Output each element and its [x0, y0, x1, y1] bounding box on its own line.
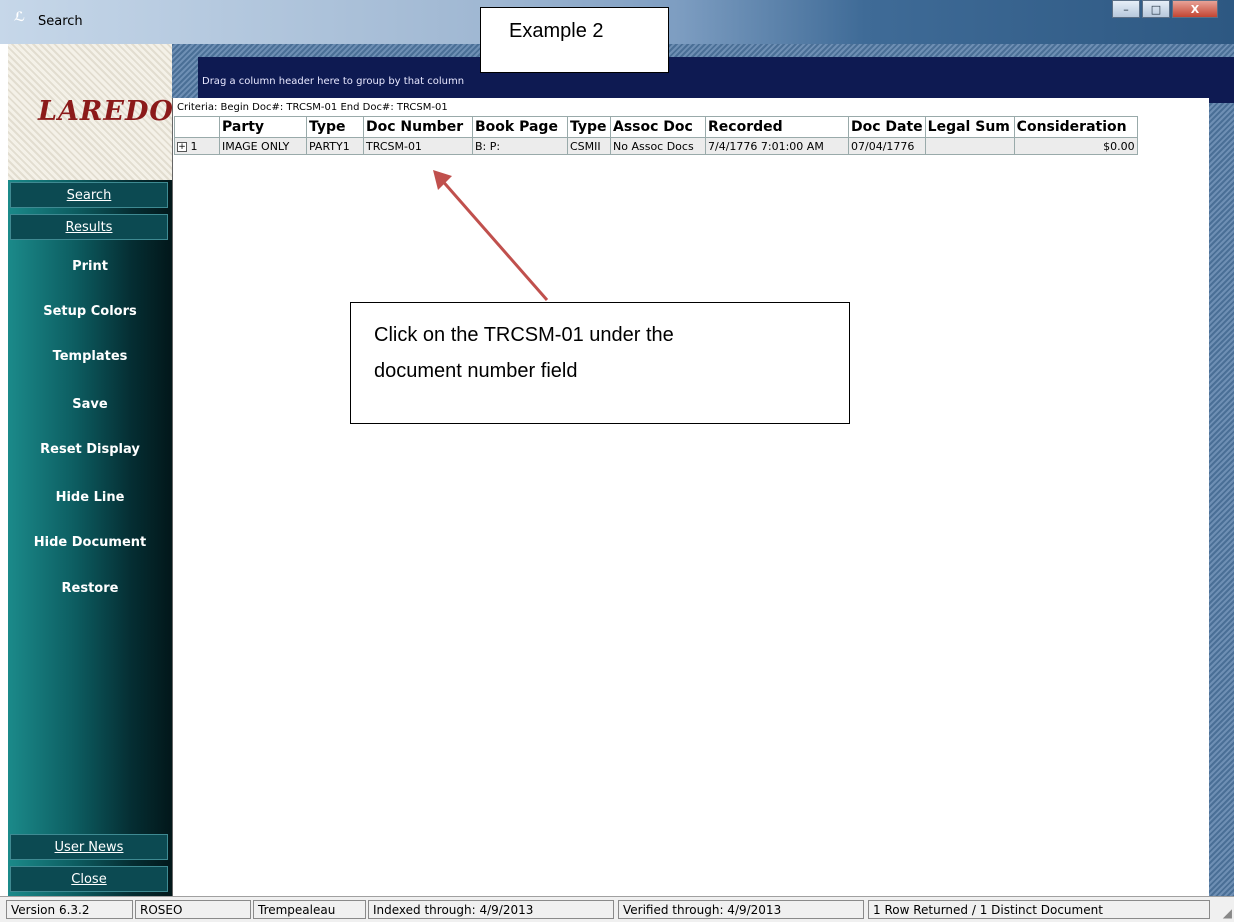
- pointer-arrow: [433, 170, 549, 301]
- user-label: ROSEO: [135, 900, 251, 919]
- county-label: Trempealeau: [253, 900, 366, 919]
- verified-label: Verified through: 4/9/2013: [618, 900, 864, 919]
- status-bar: Version 6.3.2 ROSEO Trempealeau Indexed …: [0, 896, 1234, 922]
- indexed-label: Indexed through: 4/9/2013: [368, 900, 614, 919]
- resize-grip-icon[interactable]: ◢: [1223, 906, 1232, 920]
- results-count-label: 1 Row Returned / 1 Distinct Document: [868, 900, 1210, 919]
- version-label: Version 6.3.2: [6, 900, 133, 919]
- arrow-shaft: [438, 177, 549, 301]
